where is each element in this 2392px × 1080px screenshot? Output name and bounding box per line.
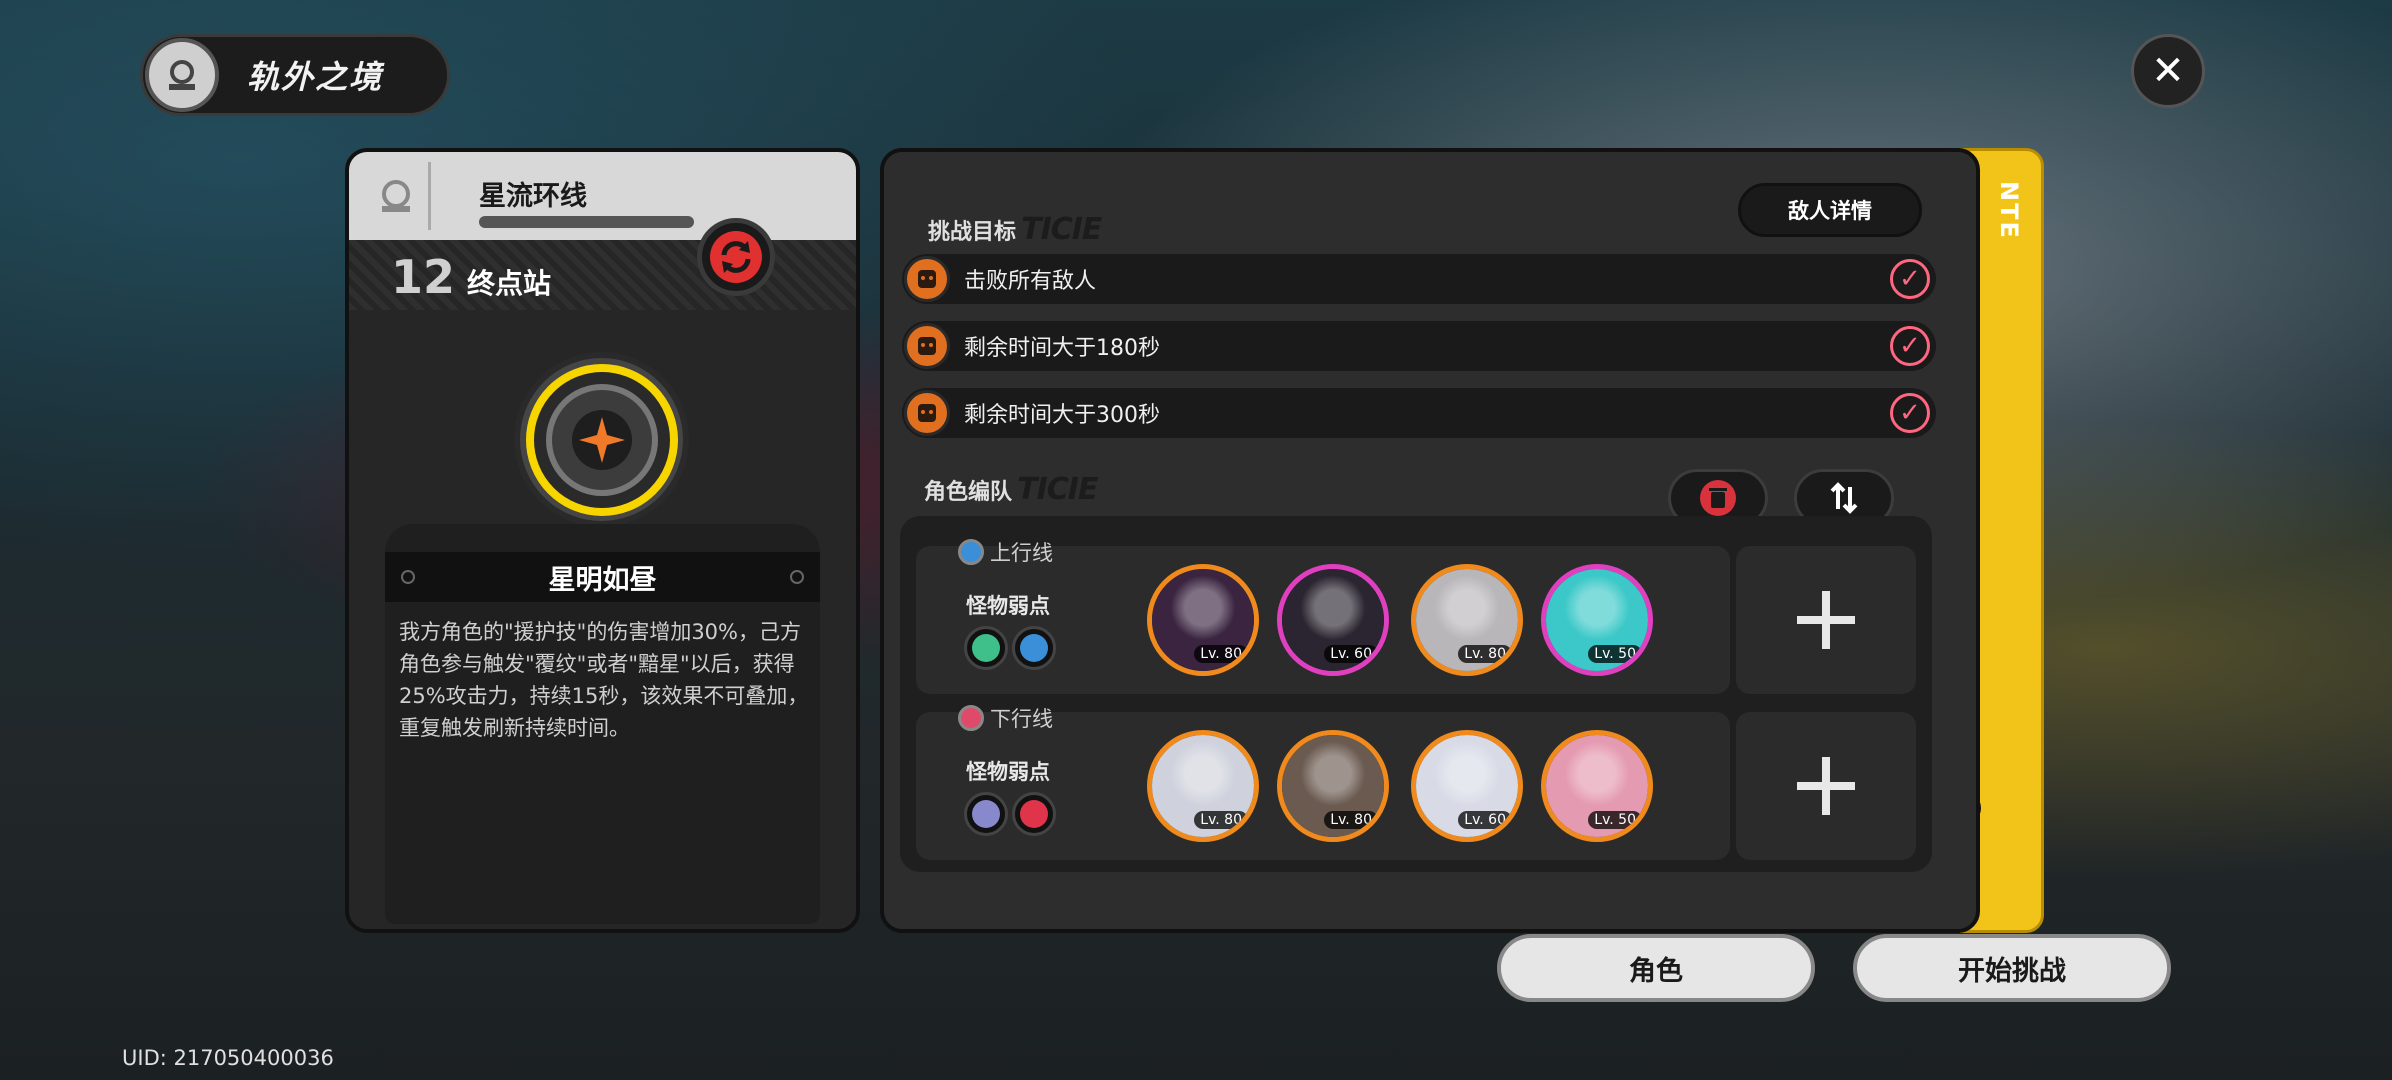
lane-tag-down: 下行线: [958, 703, 1053, 733]
plus-icon: [1797, 757, 1855, 815]
character-avatar[interactable]: Lv. 60: [1411, 730, 1523, 842]
character-avatar[interactable]: Lv. 80: [1147, 730, 1259, 842]
objective-text: 击败所有敌人: [964, 269, 1097, 294]
mode-title: 轨外之境: [247, 58, 384, 96]
character-level: Lv. 50: [1588, 811, 1642, 829]
star-buff-icon: [571, 409, 632, 470]
objectives-header: 挑战目标 TICIE: [928, 212, 1102, 247]
enemy-detail-button[interactable]: 敌人详情: [1738, 183, 1922, 237]
character-level: Lv. 60: [1324, 645, 1378, 663]
team-header: 角色编队 TICIE: [924, 472, 1098, 507]
refresh-icon: [710, 231, 762, 283]
character-avatar[interactable]: Lv. 60: [1277, 564, 1389, 676]
buff-title: 星明如昼: [548, 564, 657, 596]
lane-up-icon: [958, 539, 984, 565]
check-icon: ✓: [1890, 393, 1930, 433]
character-level: Lv. 50: [1588, 645, 1642, 663]
mode-title-pill[interactable]: 轨外之境: [140, 34, 450, 116]
objectives-label: 挑战目标: [928, 220, 1017, 245]
character-level: Lv. 80: [1458, 645, 1512, 663]
weakness-icon: [964, 626, 1008, 670]
uid-label: UID: 217050400036: [122, 1046, 334, 1070]
close-button[interactable]: ✕: [2131, 34, 2205, 108]
start-challenge-button[interactable]: 开始挑战: [1853, 934, 2171, 1002]
route-name: 星流环线: [479, 181, 587, 212]
boss-face-icon: [904, 323, 950, 369]
weakness-label: 怪物弱点: [966, 760, 1050, 784]
objective-text: 剩余时间大于180秒: [964, 336, 1160, 361]
route-emblem-icon: [363, 162, 431, 230]
objective-text: 剩余时间大于300秒: [964, 403, 1160, 428]
character-avatar[interactable]: Lv. 80: [1411, 564, 1523, 676]
lane-down-icon: [958, 705, 984, 731]
character-avatar[interactable]: Lv. 80: [1147, 564, 1259, 676]
side-tab-text: NTE: [1995, 181, 2023, 240]
character-avatar[interactable]: Lv. 50: [1541, 564, 1653, 676]
stage-card: 星流环线 12 终点站 星明如昼 我方角色的"援护技"的伤害增加30%，己方角色…: [345, 148, 860, 933]
decor-dot: [790, 570, 804, 584]
objectives-deco: TICIE: [1021, 212, 1102, 247]
buff-medal: [514, 352, 689, 527]
swap-icon: [1830, 482, 1858, 514]
stage-number: 12: [391, 250, 456, 304]
character-avatar[interactable]: Lv. 80: [1277, 730, 1389, 842]
lane-tag-up: 上行线: [958, 537, 1053, 567]
plus-icon: [1797, 591, 1855, 649]
buff-panel: 星明如昼 我方角色的"援护技"的伤害增加30%，己方角色参与触发"覆纹"或者"黯…: [385, 524, 820, 924]
character-level: Lv. 60: [1458, 811, 1512, 829]
character-level: Lv. 80: [1324, 811, 1378, 829]
stage-name: 终点站: [467, 267, 552, 300]
team-deco: TICIE: [1017, 472, 1098, 507]
boss-face-icon: [904, 256, 950, 302]
team-label: 角色编队: [924, 480, 1013, 505]
buff-description: 我方角色的"援护技"的伤害增加30%，己方角色参与触发"覆纹"或者"黯星"以后，…: [399, 620, 809, 740]
objective-row: 击败所有敌人 ✓: [902, 254, 1936, 304]
objective-row: 剩余时间大于180秒 ✓: [902, 321, 1936, 371]
check-icon: ✓: [1890, 326, 1930, 366]
character-level: Lv. 80: [1194, 645, 1248, 663]
weakness-icon: [1012, 626, 1056, 670]
train-emblem-icon: [145, 38, 219, 112]
trash-icon: [1700, 480, 1736, 516]
character-avatar[interactable]: Lv. 50: [1541, 730, 1653, 842]
character-level: Lv. 80: [1194, 811, 1248, 829]
add-character-button[interactable]: [1736, 712, 1916, 860]
close-icon: ✕: [2151, 48, 2185, 94]
route-subtitle-bar: [479, 216, 694, 228]
weakness-icon: [1012, 792, 1056, 836]
check-icon: ✓: [1890, 259, 1930, 299]
boss-face-icon: [904, 390, 950, 436]
objective-row: 剩余时间大于300秒 ✓: [902, 388, 1936, 438]
add-character-button[interactable]: [1736, 546, 1916, 694]
decor-dot: [401, 570, 415, 584]
refresh-buff-button[interactable]: [697, 218, 775, 296]
weakness-label: 怪物弱点: [966, 594, 1050, 618]
weakness-icon: [964, 792, 1008, 836]
character-button[interactable]: 角色: [1497, 934, 1815, 1002]
